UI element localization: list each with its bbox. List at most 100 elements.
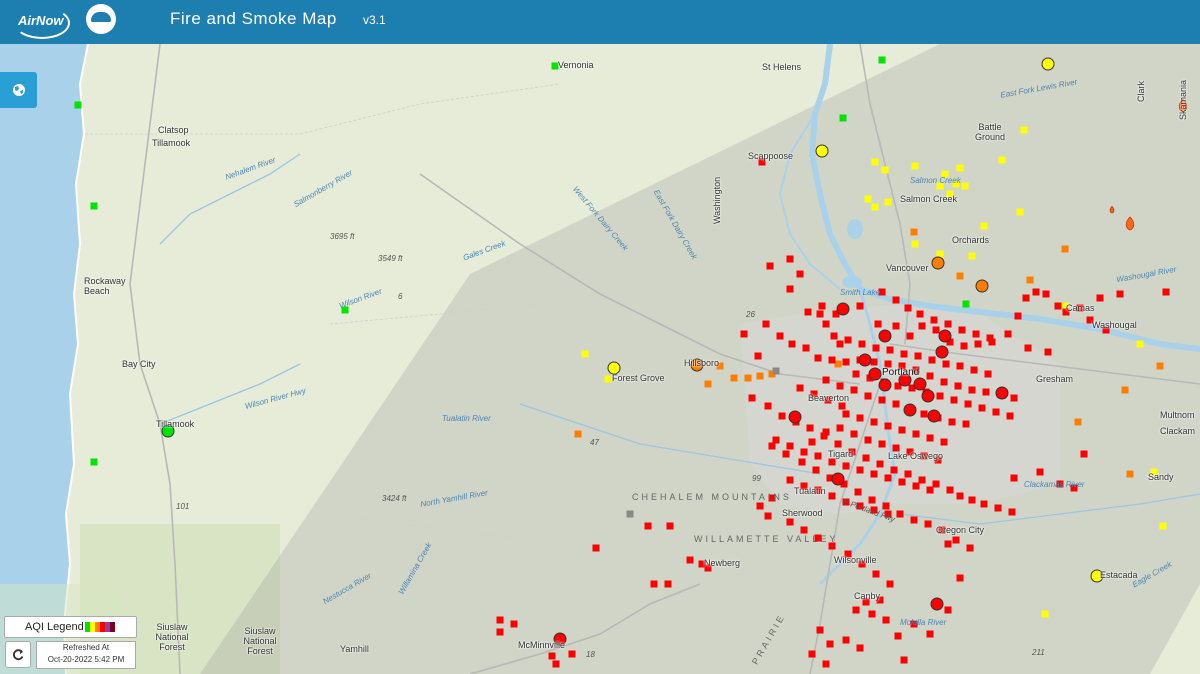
sensor-marker[interactable] [932, 480, 940, 488]
sensor-marker[interactable] [782, 450, 790, 458]
sensor-marker[interactable] [772, 436, 780, 444]
sensor-marker[interactable] [822, 376, 830, 384]
sensor-marker[interactable] [754, 352, 762, 360]
sensor-marker[interactable] [1074, 418, 1082, 426]
sensor-marker[interactable] [984, 370, 992, 378]
sensor-marker[interactable] [834, 440, 842, 448]
sensor-marker[interactable] [954, 382, 962, 390]
monitor-marker[interactable] [868, 367, 882, 381]
sensor-marker[interactable] [814, 452, 822, 460]
sensor-marker[interactable] [958, 326, 966, 334]
sensor-marker[interactable] [1042, 290, 1050, 298]
sensor-marker[interactable] [822, 320, 830, 328]
sensor-marker[interactable] [911, 240, 919, 248]
sensor-marker[interactable] [916, 310, 924, 318]
monitor-marker[interactable] [815, 144, 829, 158]
sensor-marker[interactable] [912, 482, 920, 490]
sensor-marker[interactable] [786, 476, 794, 484]
sensor-marker[interactable] [870, 418, 878, 426]
monitor-marker[interactable] [995, 386, 1009, 400]
sensor-marker[interactable] [778, 412, 786, 420]
sensor-marker[interactable] [796, 270, 804, 278]
sensor-marker[interactable] [772, 367, 780, 375]
sensor-marker[interactable] [568, 650, 576, 658]
sensor-marker[interactable] [856, 302, 864, 310]
sensor-marker[interactable] [998, 156, 1006, 164]
sensor-marker[interactable] [1159, 522, 1167, 530]
monitor-marker[interactable] [878, 378, 892, 392]
sensor-marker[interactable] [804, 308, 812, 316]
sensor-marker[interactable] [764, 402, 772, 410]
sensor-marker[interactable] [798, 458, 806, 466]
sensor-marker[interactable] [968, 496, 976, 504]
sensor-marker[interactable] [1010, 474, 1018, 482]
sensor-marker[interactable] [926, 630, 934, 638]
sensor-marker[interactable] [980, 500, 988, 508]
sensor-marker[interactable] [871, 203, 879, 211]
sensor-marker[interactable] [1061, 245, 1069, 253]
sensor-marker[interactable] [986, 334, 994, 342]
sensor-marker[interactable] [920, 410, 928, 418]
basemap-toggle-button[interactable] [0, 72, 37, 108]
sensor-marker[interactable] [978, 404, 986, 412]
sensor-marker[interactable] [552, 660, 560, 668]
sensor-marker[interactable] [834, 360, 842, 368]
sensor-marker[interactable] [850, 430, 858, 438]
sensor-marker[interactable] [1026, 276, 1034, 284]
monitor-marker[interactable] [927, 409, 941, 423]
sensor-marker[interactable] [822, 428, 830, 436]
sensor-marker[interactable] [936, 250, 944, 258]
sensor-marker[interactable] [910, 516, 918, 524]
sensor-marker[interactable] [946, 486, 954, 494]
sensor-marker[interactable] [852, 370, 860, 378]
sensor-marker[interactable] [944, 320, 952, 328]
sensor-marker[interactable] [892, 322, 900, 330]
sensor-marker[interactable] [1080, 450, 1088, 458]
sensor-marker[interactable] [882, 616, 890, 624]
sensor-marker[interactable] [842, 636, 850, 644]
sensor-marker[interactable] [878, 56, 886, 64]
sensor-marker[interactable] [932, 326, 940, 334]
sensor-marker[interactable] [894, 632, 902, 640]
sensor-marker[interactable] [876, 460, 884, 468]
sensor-marker[interactable] [856, 414, 864, 422]
sensor-marker[interactable] [1020, 126, 1028, 134]
sensor-marker[interactable] [872, 570, 880, 578]
sensor-marker[interactable] [852, 606, 860, 614]
sensor-marker[interactable] [1162, 288, 1170, 296]
sensor-marker[interactable] [956, 574, 964, 582]
map-canvas[interactable]: Vernonia St Helens Clatsop Tillamook Bat… [0, 44, 1200, 674]
sensor-marker[interactable] [510, 620, 518, 628]
sensor-marker[interactable] [858, 340, 866, 348]
sensor-marker[interactable] [1036, 468, 1044, 476]
sensor-marker[interactable] [828, 356, 836, 364]
sensor-marker[interactable] [944, 606, 952, 614]
sensor-marker[interactable] [936, 392, 944, 400]
sensor-marker[interactable] [788, 340, 796, 348]
sensor-marker[interactable] [548, 652, 556, 660]
sensor-marker[interactable] [868, 496, 876, 504]
monitor-marker[interactable] [931, 256, 945, 270]
sensor-marker[interactable] [1004, 330, 1012, 338]
sensor-marker[interactable] [870, 470, 878, 478]
sensor-marker[interactable] [850, 386, 858, 394]
sensor-marker[interactable] [828, 492, 836, 500]
sensor-marker[interactable] [816, 626, 824, 634]
sensor-marker[interactable] [968, 252, 976, 260]
sensor-marker[interactable] [828, 458, 836, 466]
sensor-marker[interactable] [836, 340, 844, 348]
sensor-marker[interactable] [900, 656, 908, 664]
sensor-marker[interactable] [948, 418, 956, 426]
sensor-marker[interactable] [808, 438, 816, 446]
sensor-marker[interactable] [890, 466, 898, 474]
sensor-marker[interactable] [956, 362, 964, 370]
sensor-marker[interactable] [686, 556, 694, 564]
sensor-marker[interactable] [1014, 312, 1022, 320]
sensor-marker[interactable] [1008, 508, 1016, 516]
aqi-legend-button[interactable]: AQI Legend [4, 616, 137, 638]
sensor-marker[interactable] [842, 358, 850, 366]
sensor-marker[interactable] [871, 158, 879, 166]
sensor-marker[interactable] [1116, 290, 1124, 298]
sensor-marker[interactable] [878, 440, 886, 448]
sensor-marker[interactable] [914, 352, 922, 360]
